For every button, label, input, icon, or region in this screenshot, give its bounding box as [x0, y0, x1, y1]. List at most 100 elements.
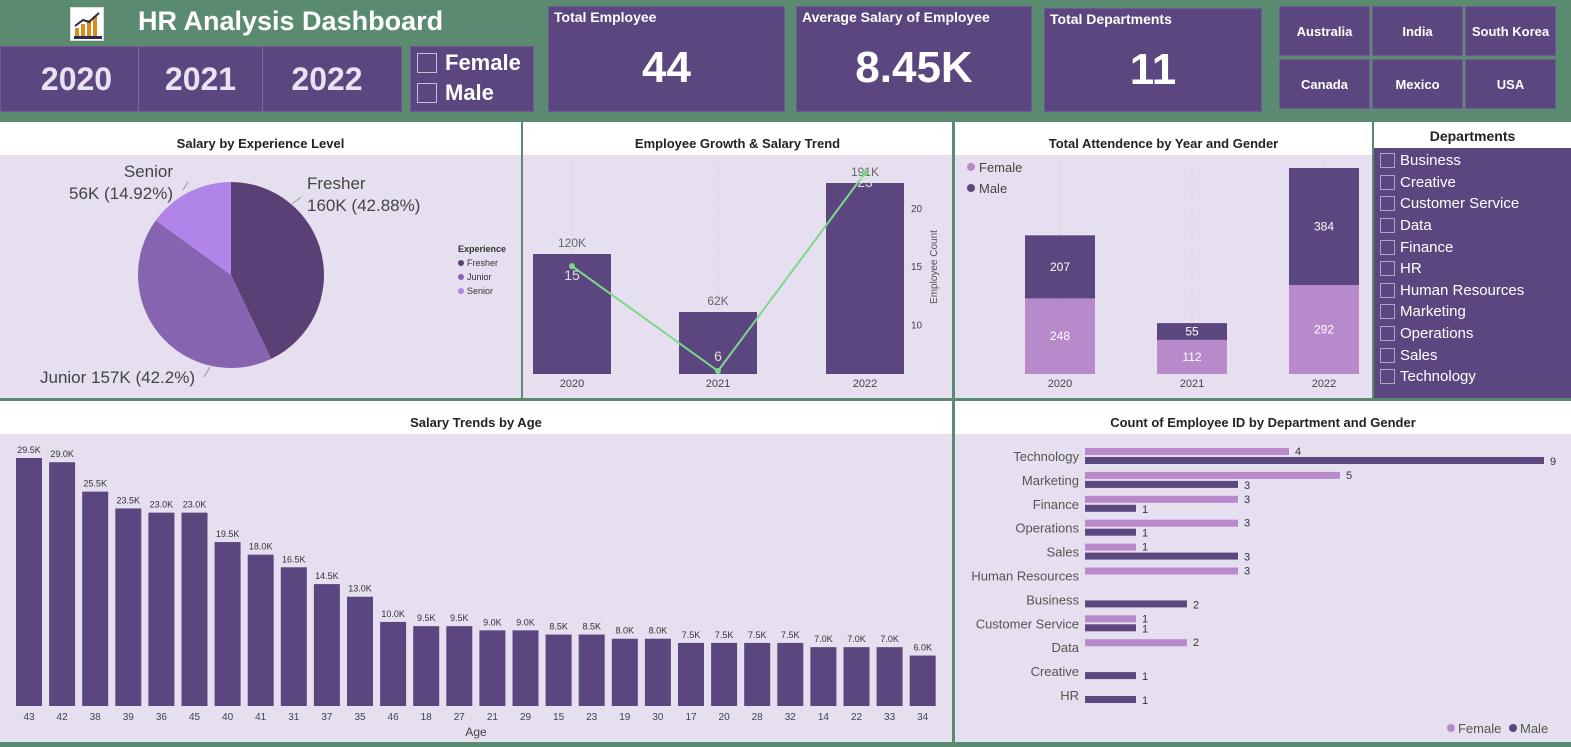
kpi-value: 11 [1129, 45, 1177, 94]
y-tick-label: Data [1052, 640, 1080, 655]
kpi-value: 44 [642, 43, 691, 92]
bar-male [1085, 624, 1136, 632]
x-tick-label: 21 [487, 712, 499, 723]
bar-label: 23.5K [117, 495, 141, 505]
x-tick-label: 31 [288, 712, 300, 723]
bar-male [1085, 528, 1136, 536]
checkbox[interactable] [1380, 369, 1395, 385]
legend-item: Fresher [458, 258, 520, 268]
checkbox[interactable] [1380, 326, 1395, 342]
bar-male [1085, 504, 1136, 512]
department-option[interactable]: Customer Service [1374, 193, 1571, 215]
department-label: Sales [1400, 346, 1438, 364]
bar-female [1085, 519, 1238, 527]
kpi-value: 8.45K [855, 43, 973, 92]
legend-label: Female [979, 160, 1022, 175]
country-button-mexico[interactable]: Mexico [1372, 59, 1463, 109]
x-tick-label: 17 [685, 712, 697, 723]
gender-option-male[interactable]: Male [417, 80, 494, 106]
checkbox[interactable] [1380, 174, 1395, 190]
x-tick-label: 33 [884, 712, 896, 723]
gender-option-female[interactable]: Female [417, 50, 521, 76]
x-tick-label: 41 [255, 712, 267, 723]
checkbox[interactable] [1380, 218, 1395, 234]
bar-male [1085, 480, 1238, 488]
y-tick-label: HR [1060, 688, 1079, 703]
checkbox[interactable] [417, 53, 437, 73]
department-option[interactable]: Marketing [1374, 301, 1571, 323]
checkbox[interactable] [1380, 153, 1395, 169]
bar-label: 7.5K [748, 630, 767, 640]
year-button-2022[interactable]: 2022 [265, 47, 389, 111]
growth-chart: 120K202062K2021191K202215623101520Employ… [533, 163, 940, 390]
x-tick-label: 2022 [853, 378, 877, 390]
checkbox[interactable] [1380, 196, 1395, 212]
checkbox[interactable] [417, 83, 437, 103]
chart-title: Count of Employee ID by Department and G… [1110, 415, 1416, 430]
year-button-2020[interactable]: 2020 [15, 47, 139, 111]
bar-label: 5 [1346, 470, 1352, 482]
y-tick-label: Customer Service [976, 616, 1079, 631]
country-button-usa[interactable]: USA [1465, 59, 1556, 109]
bar-label: 120K [558, 236, 586, 250]
department-option[interactable]: Creative [1374, 172, 1571, 194]
bar [82, 491, 109, 706]
department-option[interactable]: Operations [1374, 323, 1571, 345]
department-option[interactable]: Data [1374, 215, 1571, 237]
bar-label: 8.5K [549, 622, 568, 632]
checkbox[interactable] [1380, 261, 1395, 277]
x-tick-label: 19 [619, 712, 631, 723]
bar [313, 584, 340, 706]
bar-female [1085, 615, 1136, 623]
department-option[interactable]: HR [1374, 258, 1571, 280]
country-button-australia[interactable]: Australia [1279, 6, 1370, 56]
kpi-average-salary: Average Salary of Employee 8.45K [796, 6, 1032, 112]
bar [744, 642, 771, 706]
pie-label-name: Fresher [307, 174, 366, 193]
bar-label: 9.5K [450, 613, 469, 623]
bar [545, 634, 572, 706]
department-option[interactable]: Technology [1374, 366, 1571, 388]
bar [826, 183, 904, 374]
department-label: Marketing [1400, 303, 1466, 321]
bar-label: 14.5K [315, 571, 339, 581]
country-button-south-korea[interactable]: South Korea [1465, 6, 1556, 56]
department-label: Operations [1400, 325, 1474, 343]
legend-label: Male [1520, 721, 1548, 736]
bar-label: 16.5K [282, 554, 306, 564]
bar-label: 384 [1314, 220, 1334, 234]
country-button-india[interactable]: India [1372, 6, 1463, 56]
x-tick-label: 28 [752, 712, 764, 723]
y2-axis-label: Employee Count [929, 230, 940, 304]
y-tick-label: Business [1026, 592, 1079, 607]
bar-label: 3 [1244, 518, 1250, 530]
checkbox[interactable] [1380, 282, 1395, 298]
bar-label: 7.0K [847, 634, 866, 644]
legend-marker [967, 163, 975, 171]
department-option[interactable]: Human Resources [1374, 280, 1571, 302]
bar-male [1085, 672, 1136, 680]
bar-male [1085, 600, 1187, 608]
checkbox[interactable] [1380, 239, 1395, 255]
x-tick-label: 2021 [706, 378, 730, 390]
x-tick-label: 15 [553, 712, 565, 723]
x-tick-label: 38 [90, 712, 102, 723]
bar-label: 2 [1193, 637, 1199, 649]
x-tick-label: 39 [123, 712, 135, 723]
department-option[interactable]: Sales [1374, 344, 1571, 366]
year-button-2021[interactable]: 2021 [139, 47, 263, 111]
bar-female [1085, 567, 1238, 575]
bar-female [1085, 543, 1136, 551]
department-option[interactable]: Business [1374, 150, 1571, 172]
department-label: Finance [1400, 238, 1454, 256]
bar-label: 23.0K [183, 500, 207, 510]
checkbox[interactable] [1380, 304, 1395, 320]
count-label: 23 [857, 174, 873, 190]
checkbox[interactable] [1380, 347, 1395, 363]
department-option[interactable]: Finance [1374, 236, 1571, 258]
bar [512, 630, 539, 706]
pie-label-name: Senior [124, 162, 173, 181]
bar-male [1085, 696, 1136, 703]
legend-label: Senior [467, 286, 494, 296]
country-button-canada[interactable]: Canada [1279, 59, 1370, 109]
